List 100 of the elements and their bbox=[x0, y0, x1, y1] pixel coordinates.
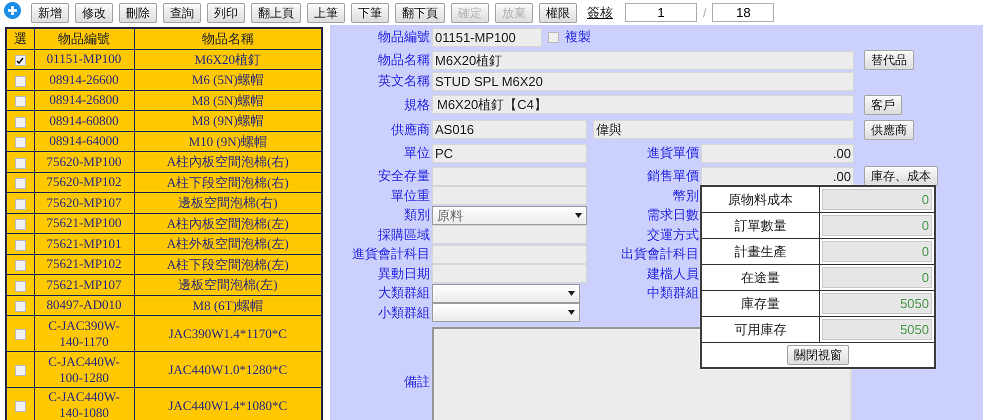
toolbar-button[interactable]: 翻上頁 bbox=[251, 2, 301, 22]
field-label: 供應商 bbox=[390, 120, 430, 138]
table-cell: 08914-64000 bbox=[34, 131, 134, 152]
row-checkbox[interactable] bbox=[14, 137, 26, 148]
table-cell: C-JAC390W-140-1170 bbox=[34, 316, 134, 352]
row-checkbox[interactable] bbox=[14, 55, 26, 66]
row-checkbox[interactable] bbox=[14, 76, 26, 87]
field-label: 大類群組 bbox=[377, 284, 430, 302]
field-label: 採購區域 bbox=[377, 226, 430, 244]
text-field[interactable]: .00 bbox=[701, 144, 854, 162]
popup-label: 在途量 bbox=[702, 265, 820, 290]
table-cell: 01151-MP100 bbox=[34, 49, 134, 70]
field-label: 物品名稱 bbox=[377, 51, 430, 69]
toolbar-button[interactable]: 下筆 bbox=[351, 2, 389, 22]
table-cell: 75620-MP102 bbox=[34, 172, 134, 192]
table-cell: 75620-MP100 bbox=[34, 152, 134, 172]
dropdown-arrow-icon bbox=[568, 290, 575, 296]
field-label: 備註 bbox=[403, 372, 430, 390]
text-field[interactable]: AS016 bbox=[432, 120, 587, 139]
table-cell: 75620-MP107 bbox=[34, 192, 134, 213]
popup-value-field: 5050 bbox=[822, 293, 932, 314]
popup-value-field: 0 bbox=[822, 215, 932, 236]
text-field[interactable]: .00 bbox=[701, 166, 854, 186]
table-cell: 75621-MP101 bbox=[34, 234, 134, 254]
popup-value-field: 5050 bbox=[822, 319, 932, 340]
copy-label: 複製 bbox=[565, 28, 591, 46]
popup-value-field: 0 bbox=[822, 267, 932, 288]
row-checkbox[interactable] bbox=[14, 116, 26, 128]
add-icon[interactable] bbox=[4, 2, 21, 19]
supplier-button[interactable]: 供應商 bbox=[864, 120, 914, 140]
text-field[interactable]: M6X20植釘 bbox=[432, 50, 854, 70]
row-checkbox[interactable] bbox=[14, 401, 26, 412]
row-checkbox[interactable] bbox=[14, 178, 26, 190]
toolbar-button[interactable]: 列印 bbox=[207, 2, 245, 22]
field-label: 英文名稱 bbox=[377, 72, 430, 90]
text-field[interactable] bbox=[432, 166, 587, 186]
field-label: 中類群組 bbox=[646, 284, 699, 302]
field-label: 安全存量 bbox=[377, 167, 430, 185]
text-field[interactable]: 01151-MP100 bbox=[432, 28, 542, 46]
customer-button[interactable]: 客戶 bbox=[864, 94, 902, 114]
text-field[interactable]: M6X20植釘【C4】 bbox=[432, 95, 854, 114]
text-field[interactable]: PC bbox=[432, 144, 587, 162]
checkmark-icon bbox=[16, 56, 24, 65]
select-field[interactable]: 原料 bbox=[432, 206, 587, 225]
dropdown-arrow-icon bbox=[575, 212, 582, 218]
select-field[interactable] bbox=[432, 284, 580, 303]
row-checkbox[interactable] bbox=[14, 198, 26, 210]
row-checkbox[interactable] bbox=[14, 365, 26, 376]
row-checkbox[interactable] bbox=[14, 329, 26, 340]
signoff-link[interactable]: 簽核 bbox=[587, 2, 613, 22]
field-label: 進貨單價 bbox=[646, 144, 699, 162]
table-cell: 08914-26600 bbox=[34, 70, 134, 90]
row-checkbox[interactable] bbox=[14, 158, 26, 169]
row-checkbox[interactable] bbox=[14, 240, 26, 251]
field-label: 進貨會計科目 bbox=[351, 245, 430, 264]
text-field[interactable] bbox=[432, 186, 587, 206]
field-label: 需求日數 bbox=[646, 206, 699, 224]
page-separator: / bbox=[703, 4, 706, 22]
table-cell: 75621-MP107 bbox=[34, 274, 134, 295]
text-field[interactable] bbox=[432, 244, 587, 264]
row-checkbox[interactable] bbox=[14, 260, 26, 272]
toolbar-button[interactable]: 權限 bbox=[539, 2, 577, 22]
field-label: 建檔人員 bbox=[646, 264, 699, 283]
stock-cost-button[interactable]: 庫存、成本 bbox=[864, 166, 938, 186]
field-label: 異動日期 bbox=[377, 264, 430, 283]
text-field[interactable] bbox=[432, 264, 587, 284]
toolbar-button[interactable]: 上筆 bbox=[307, 2, 345, 22]
copy-checkbox[interactable] bbox=[548, 32, 559, 42]
row-checkbox[interactable] bbox=[14, 280, 26, 292]
popup-label: 計畫生產 bbox=[702, 239, 820, 264]
toolbar-button[interactable]: 翻下頁 bbox=[395, 2, 445, 22]
field-label: 交運方式 bbox=[646, 226, 699, 244]
toolbar-button[interactable]: 刪除 bbox=[119, 2, 157, 22]
close-window-button[interactable]: 關閉視窗 bbox=[787, 345, 849, 365]
table-cell: 08914-60800 bbox=[34, 110, 134, 131]
text-field[interactable]: 偉與 bbox=[593, 120, 854, 139]
text-field[interactable] bbox=[432, 225, 587, 244]
row-checkbox[interactable] bbox=[14, 219, 26, 230]
toolbar-button[interactable]: 查詢 bbox=[163, 2, 201, 22]
table-cell: 75621-MP100 bbox=[34, 213, 134, 234]
row-checkbox[interactable] bbox=[14, 96, 26, 108]
dropdown-arrow-icon bbox=[568, 310, 575, 316]
field-label: 物品編號 bbox=[377, 28, 430, 46]
toolbar-button[interactable]: 修改 bbox=[75, 2, 113, 22]
field-label: 幣別 bbox=[672, 186, 699, 205]
popup-value-field: 0 bbox=[822, 189, 932, 210]
select-field[interactable] bbox=[432, 303, 580, 322]
row-checkbox[interactable] bbox=[14, 301, 26, 312]
popup-label: 訂單數量 bbox=[702, 213, 820, 238]
column-header: 選 bbox=[6, 28, 34, 49]
text-field[interactable]: STUD SPL M6X20 bbox=[432, 72, 854, 90]
field-label: 規格 bbox=[403, 96, 430, 114]
field-label: 銷售單價 bbox=[646, 167, 699, 185]
toolbar-button[interactable]: 新增 bbox=[31, 2, 69, 22]
popup-label: 庫存量 bbox=[702, 291, 820, 316]
table-cell: C-JAC440W-100-1280 bbox=[34, 352, 134, 388]
field-label: 類別 bbox=[403, 206, 430, 224]
substitute-button[interactable]: 替代品 bbox=[864, 50, 914, 70]
page-field[interactable]: 1 bbox=[625, 3, 697, 22]
popup-value-field: 0 bbox=[822, 241, 932, 262]
